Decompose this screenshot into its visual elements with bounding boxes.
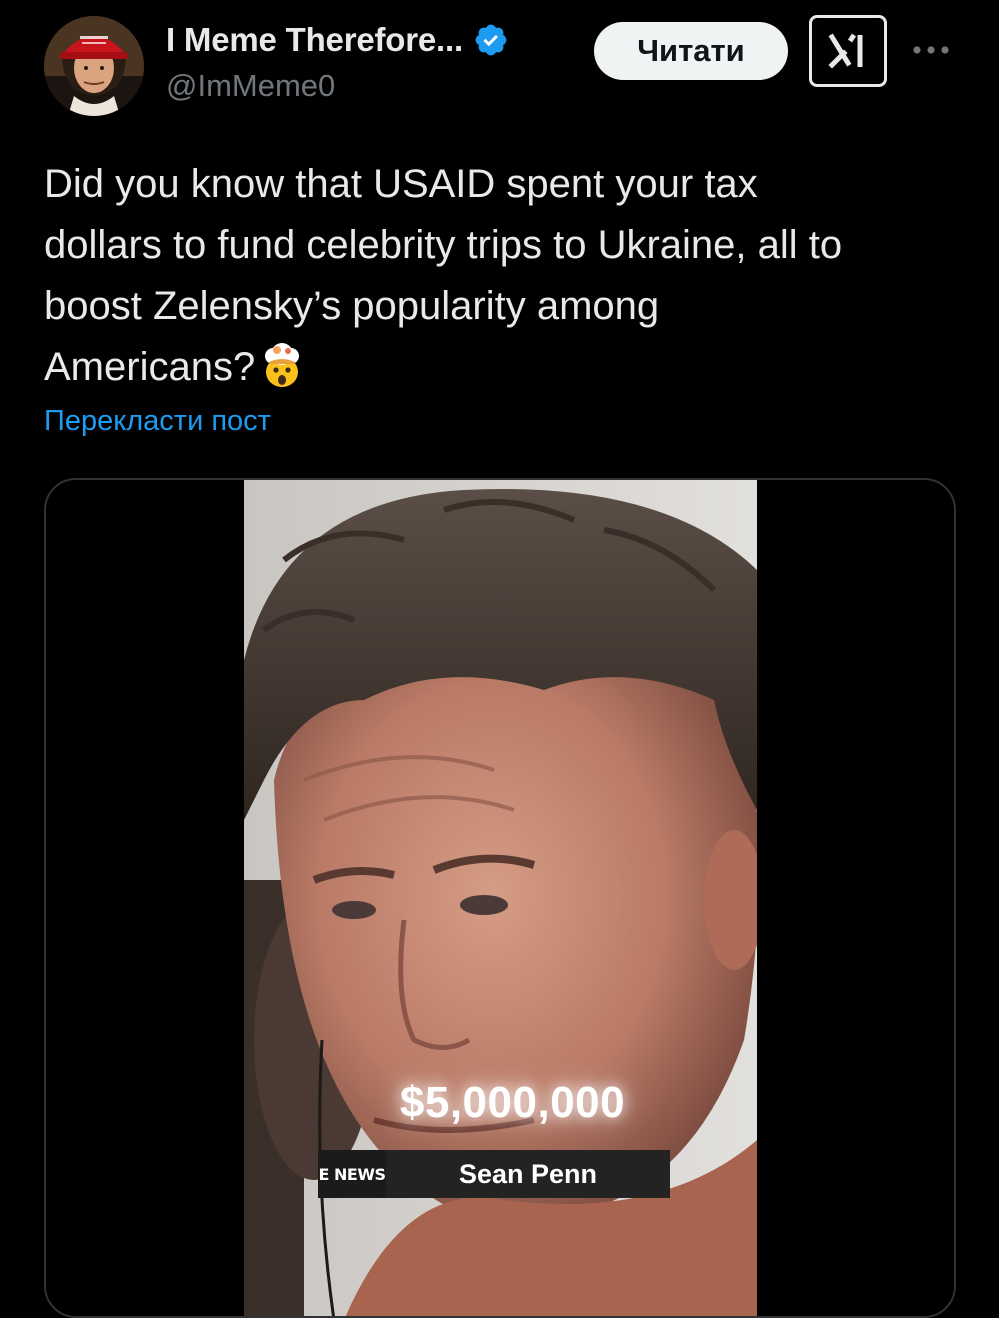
exploding-head-emoji-icon	[257, 340, 307, 390]
follow-button[interactable]: Читати	[594, 22, 788, 80]
grok-button[interactable]	[809, 15, 887, 87]
post-text-line: boost Zelensky’s popularity among	[44, 284, 660, 328]
translate-post-link[interactable]: Перекласти пост	[44, 405, 271, 438]
post-header: I Meme Therefore... @ImMeme0 Читати	[0, 0, 999, 130]
post-text-line: Americans?	[44, 345, 256, 389]
more-options-button[interactable]	[906, 30, 956, 70]
grok-icon	[828, 33, 863, 69]
post-text-line: Did you know that USAID spent your tax	[44, 162, 758, 206]
enews-logo: E NEWS	[318, 1150, 386, 1198]
author-handle[interactable]: @ImMeme0	[166, 68, 335, 104]
author-display-name[interactable]: I Meme Therefore...	[166, 21, 463, 59]
post-text-line: dollars to fund celebrity trips to Ukrai…	[44, 223, 843, 267]
price-overlay-text: $5,000,000	[399, 1078, 626, 1127]
author-avatar[interactable]	[44, 16, 144, 116]
post-text-last-line: Americans?	[44, 337, 964, 398]
post-text: Did you know that USAID spent your tax d…	[44, 154, 964, 398]
video-player[interactable]: $5,000,000 E NEWS Sean Penn	[244, 480, 757, 1316]
media-card[interactable]: $5,000,000 E NEWS Sean Penn	[44, 478, 956, 1318]
author-name-row: I Meme Therefore...	[166, 18, 509, 62]
portrait-avatar-icon	[44, 16, 144, 116]
more-horizontal-icon	[913, 46, 949, 54]
lower-third-banner: E NEWS Sean Penn	[318, 1150, 670, 1198]
lower-third-name: Sean Penn	[386, 1150, 670, 1198]
verified-badge-icon[interactable]	[473, 22, 509, 58]
